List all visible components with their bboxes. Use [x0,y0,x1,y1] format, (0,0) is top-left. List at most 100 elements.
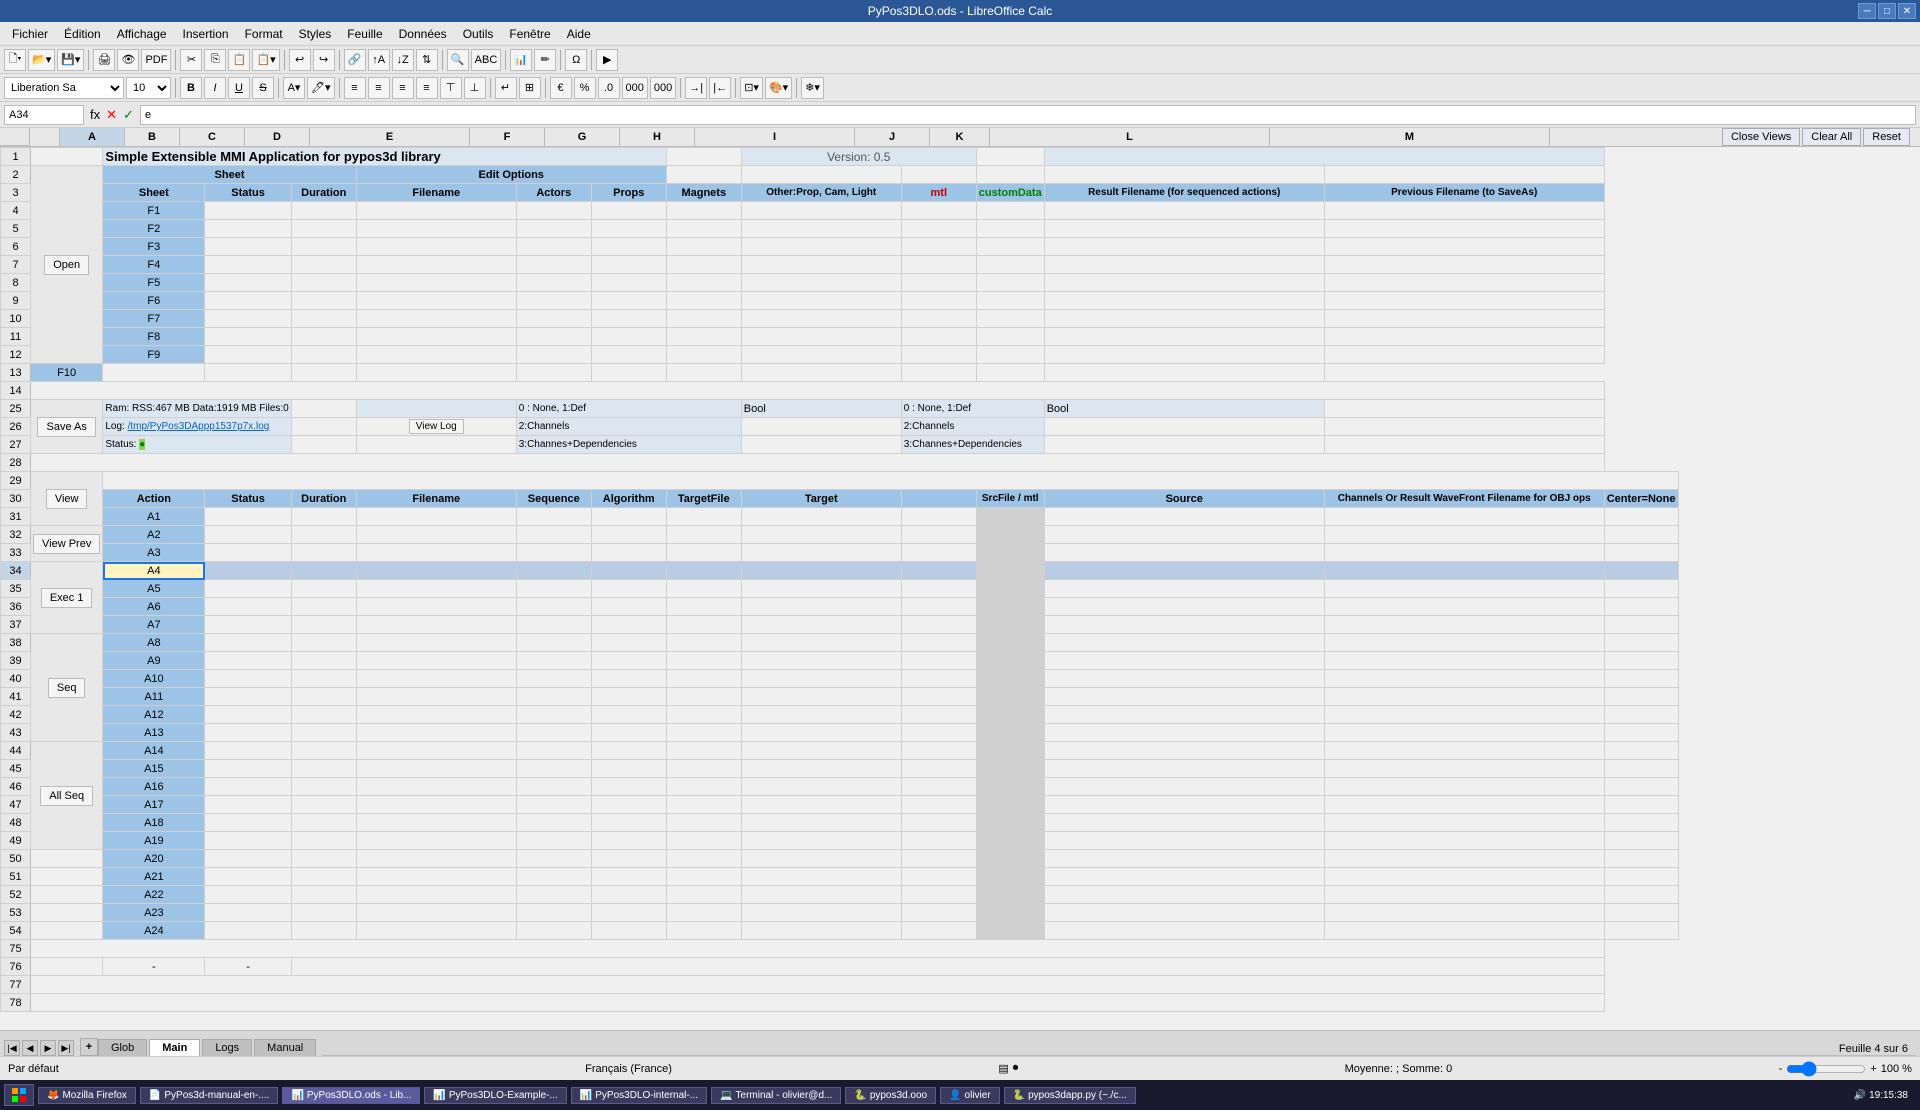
row-num-4[interactable]: 4 [1,202,31,220]
cell-A5-tf[interactable] [666,580,741,598]
row-num-11[interactable]: 11 [1,328,31,346]
cell-A1-center[interactable] [1604,508,1678,526]
cell-F10-label[interactable]: F10 [31,364,103,382]
cell-A11-dur[interactable] [291,688,356,706]
volume-icon[interactable]: 🔊 [1854,1090,1866,1101]
cell-A1[interactable] [31,148,103,166]
cell-A14-tgt[interactable] [741,742,901,760]
view-log-button[interactable]: View Log [409,419,464,434]
cell-A19-algo[interactable] [591,832,666,850]
row-num-54[interactable]: 54 [1,922,31,940]
cell-F9-result[interactable] [1044,346,1324,364]
indent-more-button[interactable]: →| [685,77,707,99]
row-num-40[interactable]: 40 [1,670,31,688]
cell-52-b[interactable] [31,886,103,904]
menu-feuille[interactable]: Feuille [339,25,390,43]
cell-A16-ch[interactable] [1324,778,1604,796]
cell-F10-dur[interactable] [205,364,291,382]
zoom-in-icon[interactable]: + [1870,1063,1876,1075]
row-num-7[interactable]: 7 [1,256,31,274]
cell-I2[interactable] [741,166,901,184]
cell-J2[interactable] [901,166,976,184]
cell-A19-action[interactable]: A19 [103,832,205,850]
cell-A5-fn[interactable] [356,580,516,598]
tab-nav-prev[interactable]: ◀ [22,1040,38,1056]
col-header-H[interactable]: H [620,128,695,146]
wrap-text-button[interactable]: ↵ [495,77,517,99]
row-num-51[interactable]: 51 [1,868,31,886]
cell-F2-fn[interactable] [356,220,516,238]
cell-A3-source[interactable] [1044,544,1324,562]
border-button[interactable]: ⊡▾ [740,77,763,99]
row-num-46[interactable]: 46 [1,778,31,796]
col-header-B[interactable]: B [125,128,180,146]
cell-F8-props[interactable] [591,328,666,346]
align-top-button[interactable]: ⊤ [440,77,462,99]
font-size-select[interactable]: 10 [126,77,171,99]
row-num-78[interactable]: 78 [1,994,31,1012]
cell-26-d[interactable] [291,418,356,436]
cell-F1-label[interactable]: F1 [103,202,205,220]
cell-A21-ch[interactable] [1324,868,1604,886]
cell-A11-center[interactable] [1604,688,1678,706]
undo-button[interactable]: ↩ [289,49,311,71]
row-num-43[interactable]: 43 [1,724,31,742]
chart-button[interactable]: 📊 [510,49,532,71]
cell-78-empty[interactable] [31,994,1605,1012]
cell-A16-dur[interactable] [291,778,356,796]
col-header-E[interactable]: E [310,128,470,146]
menu-format[interactable]: Format [237,25,291,43]
cell-A21-seq[interactable] [516,868,591,886]
cut-button[interactable]: ✂ [180,49,202,71]
cell-A20-src[interactable] [976,850,1044,868]
cell-A20-center[interactable] [1604,850,1678,868]
cell-A20-algo[interactable] [591,850,666,868]
cell-A20-fn[interactable] [356,850,516,868]
cell-A1-tf[interactable] [666,508,741,526]
preview-button[interactable]: 👁 [117,49,139,71]
cell-F1-props[interactable] [591,202,666,220]
cell-A21-algo[interactable] [591,868,666,886]
cell-F5-fn[interactable] [356,274,516,292]
cell-F7-result[interactable] [1044,310,1324,328]
start-button[interactable] [4,1084,34,1106]
cell-A4-ch[interactable] [1324,562,1604,580]
cell-A20-e9[interactable] [901,850,976,868]
cell-F8-dur[interactable] [291,328,356,346]
cell-A8-center[interactable] [1604,634,1678,652]
cell-A19-seq[interactable] [516,832,591,850]
cell-L2[interactable] [1044,166,1324,184]
cell-F10-props[interactable] [516,364,591,382]
cell-A11-tf[interactable] [666,688,741,706]
cell-F3-label[interactable]: F3 [103,238,205,256]
cell-A6-fn[interactable] [356,598,516,616]
cell-F6-label[interactable]: F6 [103,292,205,310]
pdf-button[interactable]: PDF [141,49,171,71]
paste-special-button[interactable]: 📋▾ [252,49,279,71]
row-num-50[interactable]: 50 [1,850,31,868]
row-num-12[interactable]: 12 [1,346,31,364]
taskbar-pypos3dapp[interactable]: 🐍 pypos3dapp.py (~./c... [1004,1087,1136,1104]
cell-A21-source[interactable] [1044,868,1324,886]
cell-A22-ch[interactable] [1324,886,1604,904]
taskbar-manual[interactable]: 📄 PyPos3d-manual-en-.... [140,1087,279,1104]
tab-glob[interactable]: Glob [98,1039,147,1056]
cell-F5-mtl[interactable] [901,274,976,292]
dec-button[interactable]: 000 [650,77,676,99]
row-num-34[interactable]: 34 [1,562,31,580]
cell-F7-fn[interactable] [356,310,516,328]
cell-A10-tf[interactable] [666,670,741,688]
cell-F3-prev[interactable] [1324,238,1604,256]
cell-A19-tgt[interactable] [741,832,901,850]
cell-A1-action[interactable]: A1 [103,508,205,526]
cell-A22-e9[interactable] [901,886,976,904]
tab-manual[interactable]: Manual [254,1039,316,1056]
cell-A17-tf[interactable] [666,796,741,814]
cell-A11-action[interactable]: A11 [103,688,205,706]
sheet-scroll-area[interactable]: A B C D E F G H I J K L M [0,128,1920,1030]
cell-F10-mtl[interactable] [741,364,901,382]
cell-A15-src[interactable] [976,760,1044,778]
cell-A3-algo[interactable] [591,544,666,562]
cell-A13-seq[interactable] [516,724,591,742]
taskbar-firefox[interactable]: 🦊 Mozilla Firefox [38,1087,136,1104]
